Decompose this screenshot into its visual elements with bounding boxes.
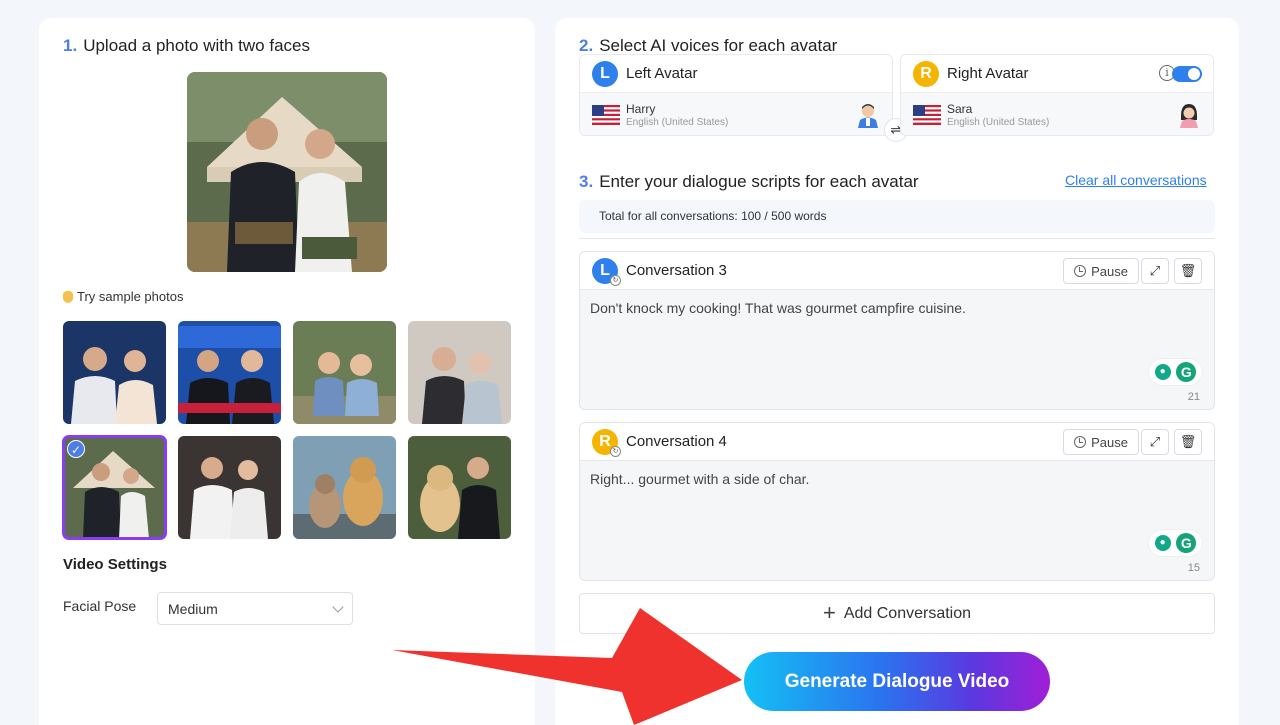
clock-icon <box>1074 436 1087 448</box>
us-flag-icon <box>592 105 620 125</box>
clock-icon <box>1074 265 1087 277</box>
writing-tools[interactable]: ● G <box>1149 359 1202 385</box>
pause-label: Pause <box>1091 434 1128 450</box>
sample-photo-3[interactable] <box>293 321 396 424</box>
sample-photos-text: Try sample photos <box>77 289 184 304</box>
writing-tools[interactable]: ● G <box>1149 530 1202 556</box>
grammarly-icon[interactable]: G <box>1176 362 1197 382</box>
right-voice-language: English (United States) <box>947 116 1050 128</box>
lightbulb-icon[interactable]: ● <box>1154 535 1171 551</box>
conversation-script-input[interactable]: Right... gourmet with a side of char. <box>580 461 1214 497</box>
trash-icon[interactable]: 🗑 <box>1174 429 1202 455</box>
add-conversation-button[interactable]: + Add Conversation <box>579 593 1215 634</box>
right-avatar-toggle[interactable] <box>1172 66 1202 82</box>
conversation-title: Conversation 4 <box>626 433 727 450</box>
step-label: Enter your dialogue scripts for each ava… <box>599 172 919 191</box>
voices-step-title: 2. Select AI voices for each avatar <box>579 36 837 56</box>
right-avatar-card[interactable]: R Right Avatar i Sara English (United St… <box>900 54 1214 136</box>
right-avatar-label: Right Avatar <box>947 65 1029 82</box>
right-avatar-badge: R <box>913 60 939 87</box>
female-voice-avatar-icon <box>1180 104 1198 128</box>
right-voice-name: Sara <box>947 101 973 116</box>
sample-photo-7[interactable] <box>293 436 396 539</box>
step-number: 3. <box>579 172 594 191</box>
step-number: 2. <box>579 36 594 55</box>
chevron-down-icon <box>332 600 344 613</box>
facial-pose-select[interactable]: Medium <box>157 592 353 625</box>
sync-icon: ↻ <box>610 275 621 286</box>
hand-icon <box>63 290 73 303</box>
left-voice-language: English (United States) <box>626 116 729 128</box>
sample-photo-4[interactable] <box>408 321 511 424</box>
word-count: 15 <box>1187 562 1200 574</box>
sample-photo-8[interactable] <box>408 436 511 539</box>
generate-dialogue-video-button[interactable]: Generate Dialogue Video <box>744 652 1050 711</box>
left-voice-selector[interactable]: Harry English (United States) <box>580 93 892 135</box>
facial-pose-label: Facial Pose <box>63 598 137 614</box>
step-number: 1. <box>63 36 78 55</box>
step-label: Select AI voices for each avatar <box>599 36 838 55</box>
facial-pose-value: Medium <box>168 600 218 617</box>
word-total-bar: Total for all conversations: 100 / 500 w… <box>579 200 1215 233</box>
plus-icon: + <box>822 599 836 625</box>
sample-photo-2[interactable] <box>178 321 281 424</box>
divider <box>579 238 1215 239</box>
left-avatar-card[interactable]: L Left Avatar Harry English (United Stat… <box>579 54 893 136</box>
uploaded-photo[interactable] <box>187 72 387 272</box>
sample-photo-5[interactable]: ✓ <box>62 435 167 540</box>
upload-step-title: 1. Upload a photo with two faces <box>63 36 310 56</box>
pause-button[interactable]: Pause <box>1063 429 1139 455</box>
conversation-card: R ↻ Conversation 4 Pause ⤢ 🗑 Right... go… <box>579 422 1215 581</box>
pause-label: Pause <box>1091 263 1128 279</box>
expand-icon[interactable]: ⤢ <box>1141 258 1169 284</box>
upload-panel: 1. Upload a photo with two faces Try samp… <box>39 18 535 725</box>
scripts-step-title: 3. Enter your dialogue scripts for each a… <box>579 172 919 192</box>
sample-photos-label: Try sample photos <box>63 289 183 304</box>
male-voice-avatar-icon <box>858 104 878 128</box>
left-avatar-badge: L <box>592 60 618 87</box>
video-settings-title: Video Settings <box>63 556 167 573</box>
left-avatar-label: Left Avatar <box>626 65 698 82</box>
sample-photo-1[interactable] <box>63 321 166 424</box>
right-voice-selector[interactable]: Sara English (United States) <box>901 93 1213 135</box>
lightbulb-icon[interactable]: ● <box>1154 364 1171 380</box>
pause-button[interactable]: Pause <box>1063 258 1139 284</box>
grammarly-icon[interactable]: G <box>1176 533 1197 553</box>
sync-icon: ↻ <box>610 446 621 457</box>
add-conversation-label: Add Conversation <box>843 604 972 622</box>
conversation-card: L ↻ Conversation 3 Pause ⤢ 🗑 Don't knock… <box>579 251 1215 410</box>
sample-photo-6[interactable] <box>178 436 281 539</box>
conversation-title: Conversation 3 <box>626 262 727 279</box>
clear-all-conversations-link[interactable]: Clear all conversations <box>1065 172 1207 188</box>
step-label: Upload a photo with two faces <box>83 36 310 55</box>
selected-check-icon: ✓ <box>67 440 85 458</box>
trash-icon[interactable]: 🗑 <box>1174 258 1202 284</box>
us-flag-icon <box>913 105 941 125</box>
expand-icon[interactable]: ⤢ <box>1141 429 1169 455</box>
conversation-script-input[interactable]: Don't knock my cooking! That was gourmet… <box>580 290 1214 326</box>
word-count: 21 <box>1187 391 1200 403</box>
left-voice-name: Harry <box>626 101 656 116</box>
